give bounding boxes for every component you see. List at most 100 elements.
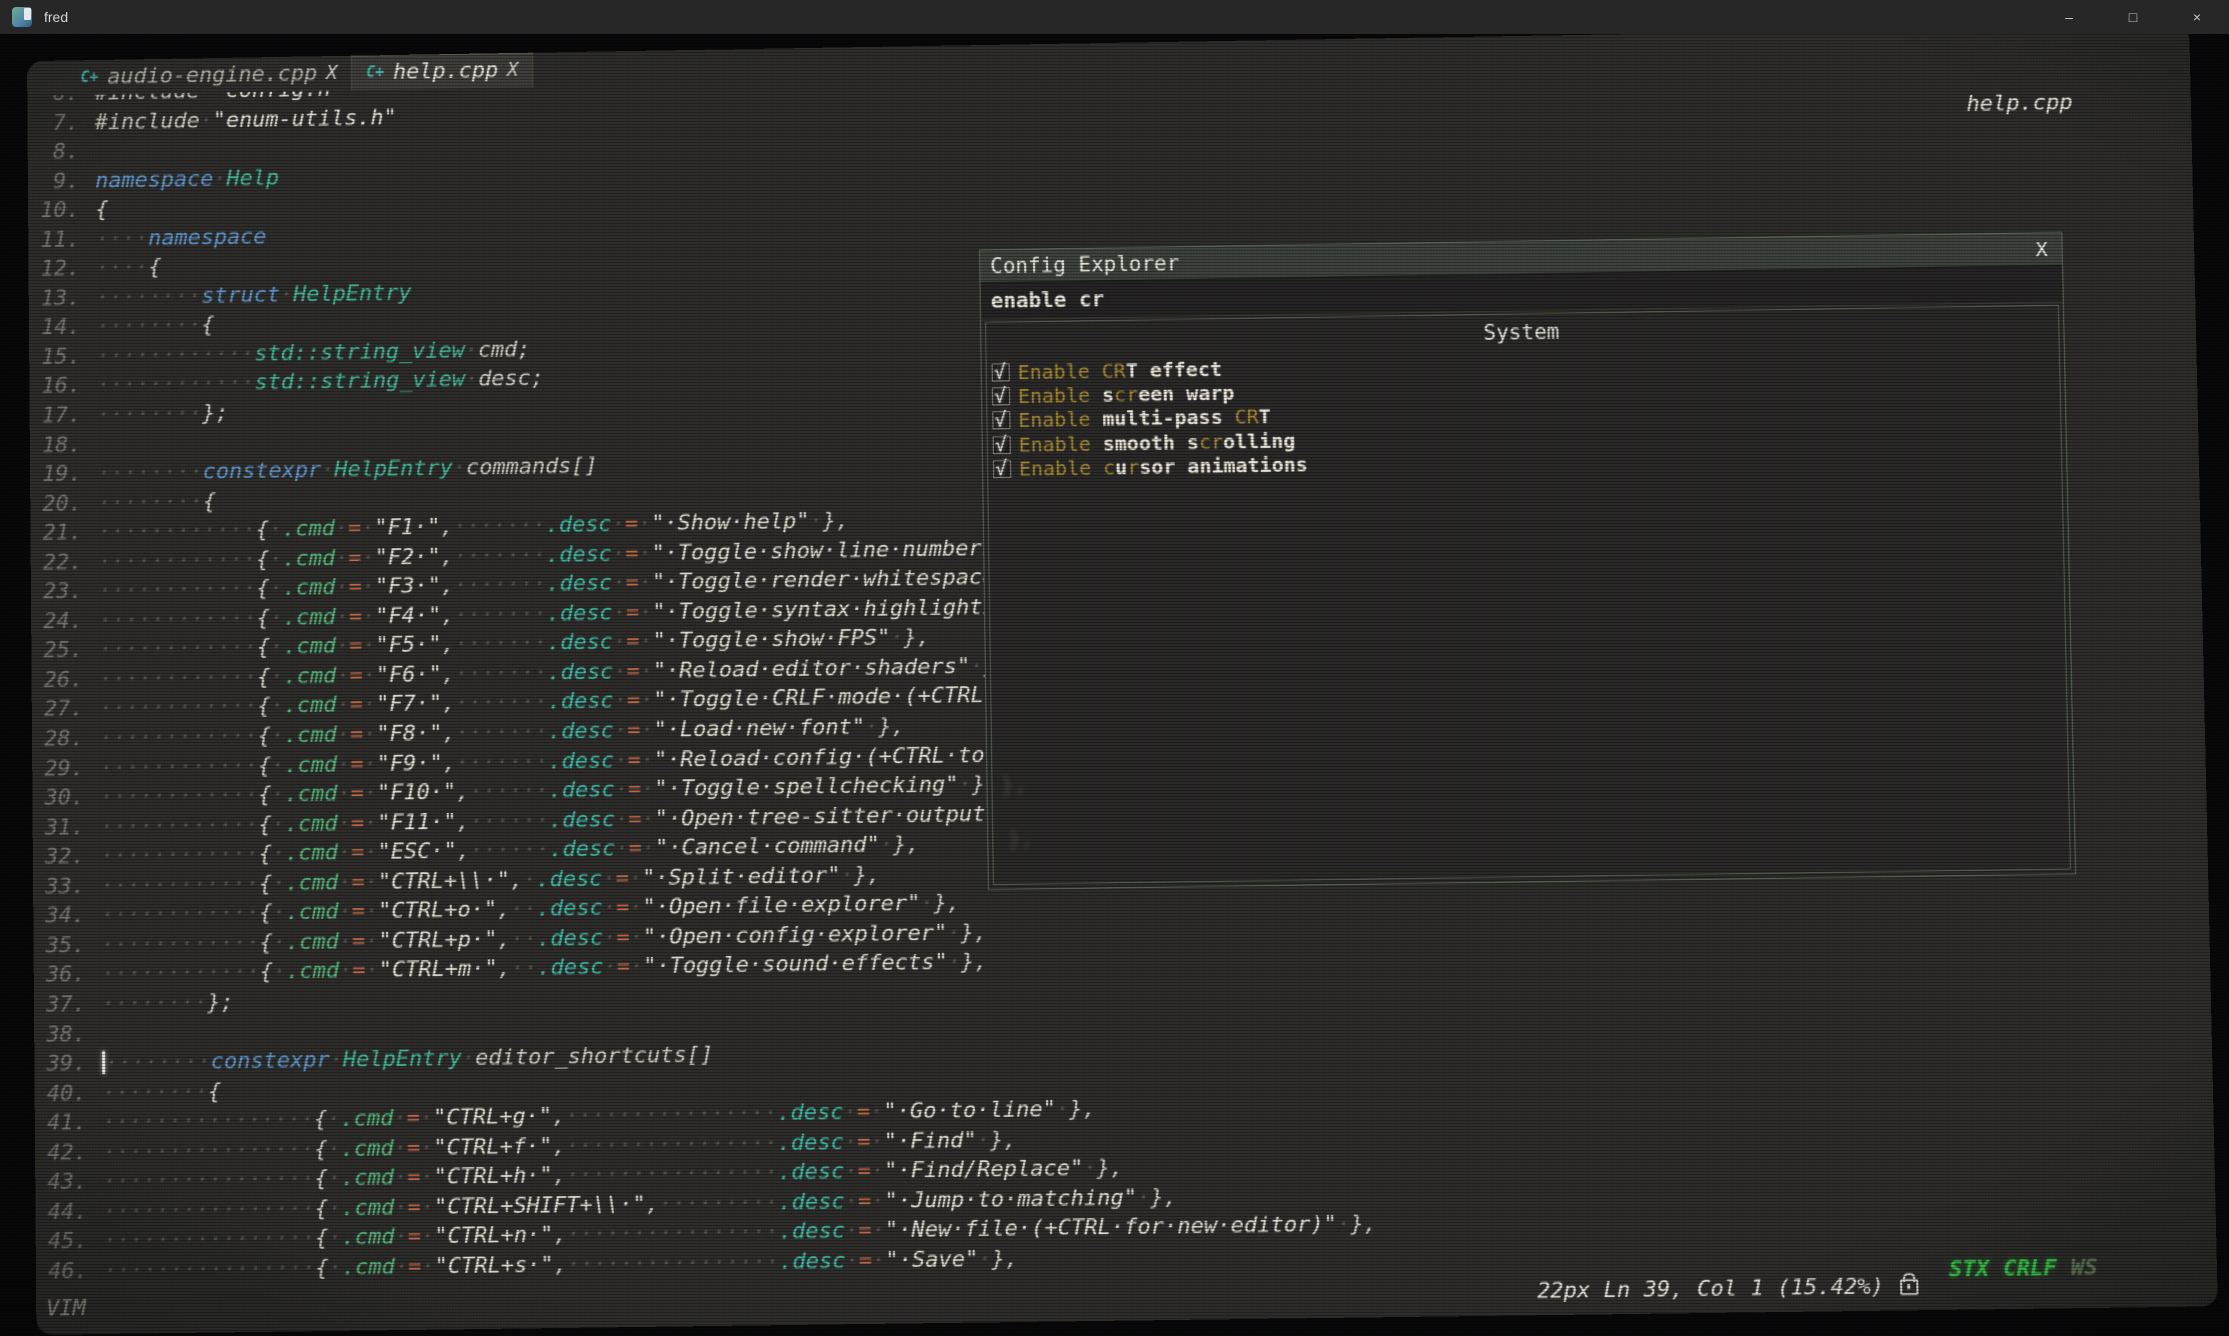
code-token: "·Save" — [885, 1247, 978, 1273]
status-flag-WS: WS — [2071, 1253, 2098, 1283]
dialog-close-button[interactable]: X — [2035, 233, 2048, 265]
code-token: · — [843, 1100, 857, 1125]
code-token: · — [337, 781, 350, 806]
code-token: · — [272, 901, 285, 926]
code-token: { — [203, 489, 216, 514]
code-token: = — [857, 1100, 871, 1125]
code-token: · — [394, 1225, 407, 1250]
code-token: = — [407, 1195, 420, 1220]
code-token: · — [629, 895, 643, 920]
code-token: { — [257, 635, 270, 660]
code-token: struct — [201, 283, 280, 309]
code-token: commands[] — [466, 454, 598, 481]
code-token: .cmd — [283, 605, 336, 631]
code-token: · — [364, 781, 377, 806]
code-token: , — [510, 868, 523, 893]
code-token: · — [612, 541, 625, 566]
code-token: .desc — [549, 837, 615, 863]
tab-help.cpp[interactable]: C+help.cppX — [352, 53, 533, 91]
code-token: = — [627, 748, 641, 773]
code-token: · — [272, 841, 285, 866]
line-number: 44. — [35, 1197, 87, 1227]
code-token: .cmd — [340, 1106, 393, 1132]
code-token: "F4·" — [375, 603, 441, 629]
line-number: 26. — [31, 666, 83, 696]
code-token: ········ — [102, 990, 208, 1017]
code-token: · — [361, 545, 374, 570]
code-token: "F9·" — [377, 751, 443, 777]
line-number: 8. — [28, 138, 80, 168]
code-token: .cmd — [286, 900, 339, 926]
floating-filename: help.cpp — [1966, 88, 2073, 119]
code-token: = — [407, 1165, 420, 1190]
line-number: 17. — [30, 401, 82, 431]
code-token: · — [270, 664, 283, 689]
code-token: · — [845, 1219, 859, 1244]
code-token: .desc — [547, 601, 613, 627]
code-token: · — [465, 367, 478, 392]
code-token: "F2·" — [375, 544, 441, 570]
code-token: }, — [903, 625, 930, 650]
code-token: ················ — [567, 1249, 779, 1277]
minimize-button[interactable]: – — [2037, 0, 2101, 34]
checkbox[interactable]: √ — [993, 460, 1011, 478]
code-token: ················ — [104, 1256, 316, 1284]
code-token: .cmd — [283, 664, 336, 690]
code-token: , — [441, 603, 454, 628]
checkbox[interactable]: √ — [993, 436, 1011, 454]
code-token: = — [626, 659, 639, 684]
code-token: }, — [878, 714, 905, 739]
code-token: = — [351, 870, 364, 895]
code-token: · — [269, 547, 282, 572]
code-token: }; — [207, 990, 234, 1015]
code-token: "CTRL+g·" — [433, 1104, 552, 1131]
checkbox[interactable]: √ — [992, 412, 1010, 430]
code-token: · — [947, 920, 961, 945]
code-token: = — [617, 955, 631, 980]
code-token: ············ — [100, 842, 258, 869]
code-token: · — [335, 546, 348, 571]
code-token: · — [420, 1165, 433, 1190]
code-token: · — [844, 1130, 858, 1155]
line-number: 14. — [29, 313, 81, 343]
code-token: .cmd — [283, 575, 336, 601]
code-token: "·Go·to·line" — [883, 1097, 1056, 1124]
code-token: = — [348, 516, 361, 541]
code-token: .desc — [548, 778, 614, 804]
code-token: HelpEntry — [293, 280, 412, 307]
code-token: }, — [934, 891, 961, 916]
code-token: , — [497, 956, 510, 981]
code-token: · — [362, 604, 375, 629]
checkbox[interactable]: √ — [992, 363, 1010, 381]
tab-audio-engine.cpp[interactable]: C+audio-engine.cppX — [67, 56, 353, 95]
code-token: ······· — [454, 602, 547, 628]
checkbox[interactable]: √ — [992, 388, 1010, 406]
app-window: fred – □ × C+audio-engine.cppXC+help.cpp… — [0, 0, 2229, 1336]
code-token: · — [365, 899, 378, 924]
tab-close-button[interactable]: X — [326, 59, 338, 88]
line-number: 38. — [34, 1020, 86, 1050]
tab-close-button[interactable]: X — [507, 56, 519, 85]
code-token: { — [95, 198, 108, 223]
close-button[interactable]: × — [2165, 0, 2229, 34]
line-number: 23. — [31, 577, 83, 607]
code-token: = — [859, 1248, 873, 1273]
code-token: = — [352, 899, 365, 924]
code-token: "F7·" — [376, 692, 442, 718]
code-token: { — [259, 930, 272, 955]
code-token: ········ — [98, 489, 203, 515]
code-token: · — [363, 722, 376, 747]
code-token: · — [339, 929, 352, 954]
code-token: #include — [95, 108, 200, 134]
window-controls: – □ × — [2037, 0, 2229, 34]
code-token: ········ — [96, 313, 201, 339]
code-token: "CTRL+s·" — [434, 1252, 553, 1279]
maximize-button[interactable]: □ — [2101, 0, 2165, 34]
app-icon — [12, 7, 32, 27]
editor-surface: C+audio-engine.cppXC+help.cppX help.cpp … — [27, 34, 2218, 1335]
code-token: = — [628, 807, 642, 832]
code-token: = — [349, 634, 362, 659]
code-token: = — [628, 836, 642, 861]
code-token: · — [336, 693, 349, 718]
status-flag-STX: STX — [1949, 1255, 1990, 1285]
